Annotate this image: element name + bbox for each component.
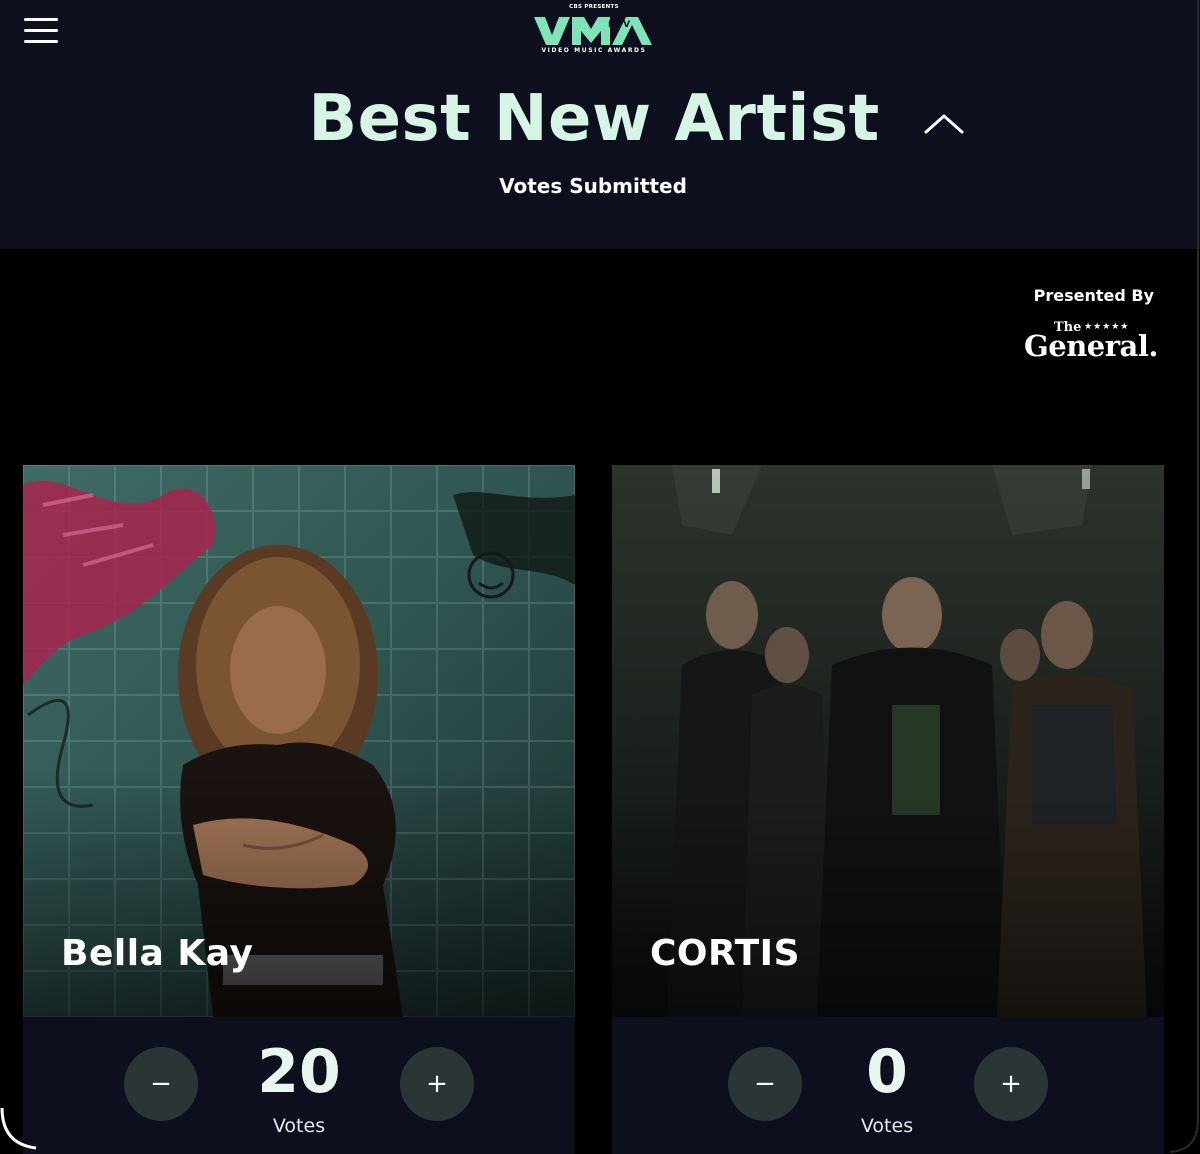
vote-count: 20 bbox=[257, 1037, 341, 1107]
votes-label: Votes bbox=[860, 1115, 914, 1137]
category-title: Best New Artist bbox=[308, 82, 880, 156]
nominee-name: Bella Kay bbox=[61, 933, 254, 974]
chevron-up-icon[interactable] bbox=[924, 110, 964, 138]
vma-subtitle: VIDEO MUSIC AWARDS bbox=[541, 47, 647, 54]
screen-corner-arc bbox=[0, 1108, 37, 1150]
presented-by-label: Presented By bbox=[1033, 286, 1154, 305]
nominee-name: CORTIS bbox=[650, 933, 801, 974]
vma-logo[interactable]: CBS PRESENTS MTV VIDEO MUSIC AWARDS bbox=[532, 4, 656, 56]
vma-logo-mark: MTV bbox=[534, 17, 652, 45]
decrement-vote-button[interactable]: − bbox=[728, 1047, 802, 1121]
the-general-logo[interactable]: The ★★★★★ General. bbox=[1018, 318, 1168, 363]
vote-panel: − 20 Votes + bbox=[23, 1017, 575, 1154]
site-header: CBS PRESENTS MTV VIDEO MUSIC AWARDS Best… bbox=[0, 0, 1200, 249]
sponsor-logo-name: General. bbox=[1024, 329, 1158, 363]
cbs-presents-label: CBS PRESENTS bbox=[569, 4, 619, 10]
vote-panel: − 0 Votes + bbox=[612, 1017, 1164, 1154]
decrement-vote-button[interactable]: − bbox=[124, 1047, 198, 1121]
mtv-mark: MTV bbox=[608, 20, 630, 30]
votes-submitted-status: Votes Submitted bbox=[499, 174, 687, 198]
increment-vote-button[interactable]: + bbox=[974, 1047, 1048, 1121]
nominee-card-bella-kay: Bella Kay − 20 Votes + bbox=[23, 465, 575, 1154]
votes-label: Votes bbox=[272, 1115, 326, 1137]
nominee-card-cortis: CORTIS − 0 Votes + bbox=[612, 465, 1164, 1154]
increment-vote-button[interactable]: + bbox=[400, 1047, 474, 1121]
vote-count: 0 bbox=[866, 1037, 908, 1107]
hamburger-menu-icon[interactable] bbox=[24, 16, 60, 46]
